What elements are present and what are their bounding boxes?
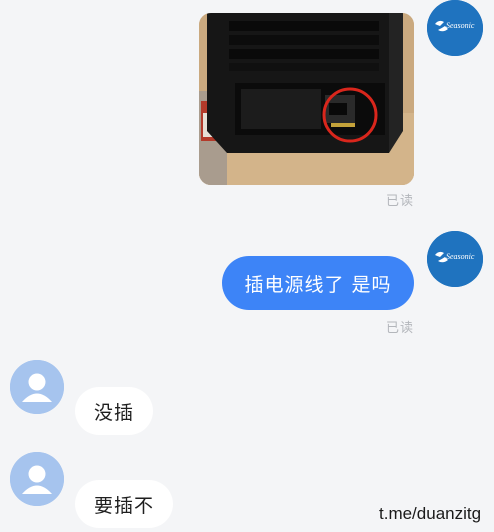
user-avatar[interactable] [10, 360, 64, 414]
seasonic-logo-icon: Seasonic [427, 231, 483, 287]
watermark: t.me/duanzitg [379, 504, 482, 523]
brand-text: Seasonic [446, 21, 475, 30]
pc-case-photo-icon [199, 13, 414, 185]
incoming-text-bubble[interactable]: 没插 [75, 387, 153, 435]
read-receipt: 已读 [386, 321, 415, 336]
seasonic-logo-icon: Seasonic [427, 0, 483, 56]
outgoing-text-bubble[interactable]: 插电源线了 是吗 [222, 256, 414, 310]
incoming-text-bubble[interactable]: 要插不 [75, 480, 173, 528]
person-icon [10, 360, 64, 414]
person-icon [10, 452, 64, 506]
contact-avatar[interactable]: Seasonic [427, 231, 483, 287]
image-message[interactable] [199, 13, 414, 185]
brand-text: Seasonic [446, 252, 475, 261]
contact-avatar[interactable]: Seasonic [427, 0, 483, 56]
user-avatar[interactable] [10, 452, 64, 506]
read-receipt: 已读 [386, 194, 415, 209]
